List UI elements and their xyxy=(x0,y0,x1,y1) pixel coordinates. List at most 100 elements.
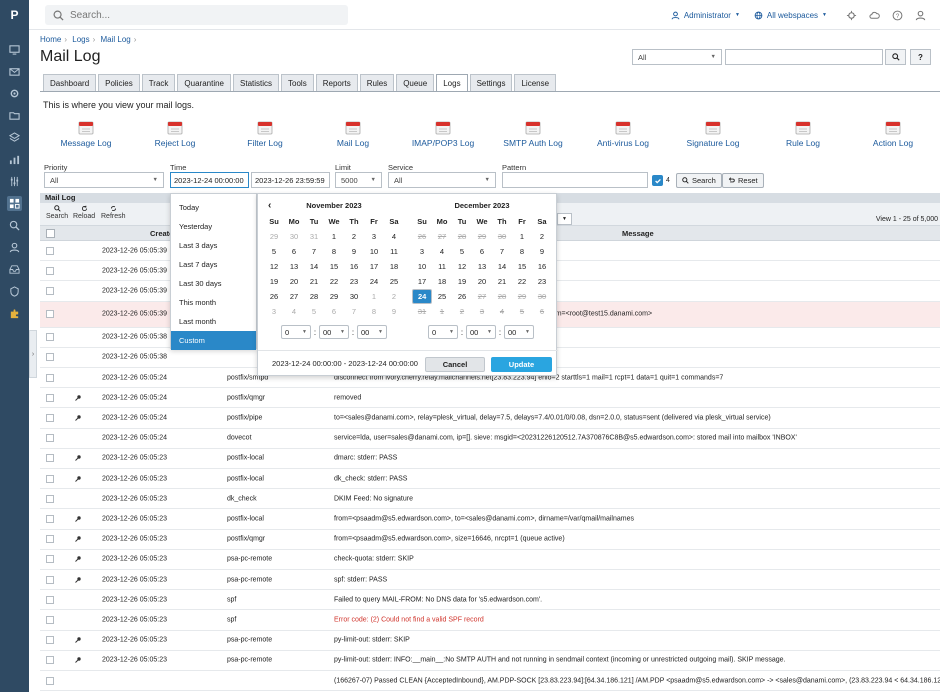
calendar-day[interactable]: 9 xyxy=(532,244,552,259)
calendar-day[interactable]: 9 xyxy=(344,244,364,259)
reset-button[interactable]: Reset xyxy=(722,173,764,188)
pattern-input[interactable] xyxy=(502,172,648,188)
calendar-day[interactable]: 8 xyxy=(364,304,384,319)
calendar-day[interactable]: 12 xyxy=(264,259,284,274)
row-checkbox[interactable] xyxy=(46,514,54,523)
calendar-day[interactable]: 1 xyxy=(512,229,532,244)
tab-track[interactable]: Track xyxy=(141,74,176,91)
row-checkbox[interactable] xyxy=(46,494,54,503)
calendar-day[interactable]: 30 xyxy=(344,289,364,304)
calendar-day[interactable]: 10 xyxy=(364,244,384,259)
inbox-icon[interactable] xyxy=(7,262,22,277)
page-size-select[interactable]: ▼ xyxy=(557,213,572,225)
app-logo[interactable]: P xyxy=(0,0,29,30)
calendar-day[interactable]: 27 xyxy=(472,289,492,304)
table-row[interactable]: 2023-12-26 05:05:24 dovecot service=lda, u… xyxy=(40,429,940,449)
quick-search-input[interactable] xyxy=(725,49,883,65)
regex-checkbox[interactable] xyxy=(652,175,663,186)
calendar-day[interactable]: 17 xyxy=(364,259,384,274)
table-row[interactable]: (166267-07) Passed CLEAN {AcceptedInboun… xyxy=(40,671,940,692)
tab-statistics[interactable]: Statistics xyxy=(233,74,280,91)
hour-select-right[interactable]: 0 ▼ xyxy=(428,325,458,339)
calendar-day[interactable]: 4 xyxy=(284,304,304,319)
key-icon[interactable] xyxy=(75,536,81,543)
priority-select[interactable]: All ▼ xyxy=(44,172,164,188)
row-checkbox[interactable] xyxy=(46,636,54,645)
calendar-day[interactable]: 23 xyxy=(344,274,364,289)
calendar-day[interactable]: 6 xyxy=(284,244,304,259)
calendar-day[interactable]: 11 xyxy=(384,244,404,259)
calendar-day[interactable]: 2 xyxy=(452,304,472,319)
calendar-day[interactable]: 31 xyxy=(412,304,432,319)
calendar-day[interactable]: 3 xyxy=(412,244,432,259)
table-row[interactable]: 2023-12-26 05:05:23 psa-pc-remote py-limit… xyxy=(40,631,940,651)
calendar-day[interactable]: 4 xyxy=(432,244,452,259)
calendar-day[interactable]: 24 xyxy=(364,274,384,289)
calendar-day[interactable]: 12 xyxy=(452,259,472,274)
calendar-day[interactable]: 25 xyxy=(384,274,404,289)
calendar-day[interactable]: 13 xyxy=(284,259,304,274)
calendar-day[interactable]: 20 xyxy=(472,274,492,289)
help-button[interactable]: ? xyxy=(910,49,931,65)
breadcrumb-mail-log[interactable]: Mail Log xyxy=(101,35,131,44)
key-icon[interactable] xyxy=(75,415,81,421)
calendar-day[interactable]: 22 xyxy=(324,274,344,289)
puzzle-icon[interactable] xyxy=(7,306,22,321)
row-checkbox[interactable] xyxy=(46,373,54,382)
calendar-day[interactable]: 4 xyxy=(384,229,404,244)
cancel-button[interactable]: Cancel xyxy=(425,357,485,372)
calendar-day[interactable]: 5 xyxy=(512,304,532,319)
breadcrumb-logs[interactable]: Logs xyxy=(72,35,89,44)
row-checkbox[interactable] xyxy=(46,615,54,624)
calendar-day[interactable]: 29 xyxy=(324,289,344,304)
calendar-day[interactable]: 1 xyxy=(432,304,452,319)
calendar-day[interactable]: 26 xyxy=(412,229,432,244)
folder-icon[interactable] xyxy=(7,108,22,123)
calendar-day[interactable]: 9 xyxy=(384,304,404,319)
help-icon[interactable]: ? xyxy=(887,10,907,21)
tab-license[interactable]: License xyxy=(514,74,557,91)
calendar-day[interactable]: 6 xyxy=(472,244,492,259)
table-row[interactable]: 2023-12-26 05:05:23 psa-pc-remote py-limit… xyxy=(40,651,940,671)
log-type-signature-log[interactable]: Signature Log xyxy=(668,120,758,148)
calendar-day[interactable]: 28 xyxy=(304,289,324,304)
row-checkbox[interactable] xyxy=(46,434,54,443)
tab-policies[interactable]: Policies xyxy=(98,74,140,91)
search-button[interactable]: Search xyxy=(676,173,722,188)
calendar-day[interactable]: 31 xyxy=(304,229,324,244)
calendar-day[interactable]: 4 xyxy=(492,304,512,319)
calendar-day[interactable]: 7 xyxy=(492,244,512,259)
table-row[interactable]: 2023-12-26 05:05:23 psa-pc-remote check-qu… xyxy=(40,550,940,570)
row-checkbox[interactable] xyxy=(46,333,54,342)
cloud-icon[interactable] xyxy=(864,10,884,21)
key-icon[interactable] xyxy=(75,576,81,583)
row-checkbox[interactable] xyxy=(46,454,54,463)
table-row[interactable]: 2023-12-26 05:05:23 postfix-local from=<ps… xyxy=(40,509,940,530)
calendar-day[interactable]: 27 xyxy=(432,229,452,244)
preset-today[interactable]: Today xyxy=(171,198,256,217)
update-button[interactable]: Update xyxy=(491,357,552,372)
key-icon[interactable] xyxy=(75,637,81,644)
calendar-day[interactable]: 5 xyxy=(452,244,472,259)
row-checkbox[interactable] xyxy=(46,353,54,362)
gear-icon[interactable] xyxy=(7,86,22,101)
minute-select-left[interactable]: 00 ▼ xyxy=(319,325,349,339)
column-message[interactable]: Message xyxy=(622,226,654,241)
search-icon[interactable] xyxy=(7,218,22,233)
sidebar-collapse-handle[interactable]: › xyxy=(29,330,37,378)
row-checkbox[interactable] xyxy=(46,595,54,604)
calendar-day[interactable]: 19 xyxy=(452,274,472,289)
layers-icon[interactable] xyxy=(7,130,22,145)
log-type-anti-virus-log[interactable]: Anti-virus Log xyxy=(578,120,668,148)
table-row[interactable]: 2023-12-26 05:05:23 spf Error code: (2) Co… xyxy=(40,610,940,631)
calendar-day[interactable]: 7 xyxy=(304,244,324,259)
tab-quarantine[interactable]: Quarantine xyxy=(177,74,232,91)
calendar-day[interactable]: 29 xyxy=(472,229,492,244)
log-type-mail-log[interactable]: Mail Log xyxy=(308,120,398,148)
preset-last-7-days[interactable]: Last 7 days xyxy=(171,255,256,274)
key-icon[interactable] xyxy=(75,395,81,401)
calendar-day[interactable]: 30 xyxy=(532,289,552,304)
calendar-day[interactable]: 11 xyxy=(432,259,452,274)
log-type-filter-log[interactable]: Filter Log xyxy=(220,120,310,148)
log-type-imap-pop3-log[interactable]: IMAP/POP3 Log xyxy=(398,120,488,148)
